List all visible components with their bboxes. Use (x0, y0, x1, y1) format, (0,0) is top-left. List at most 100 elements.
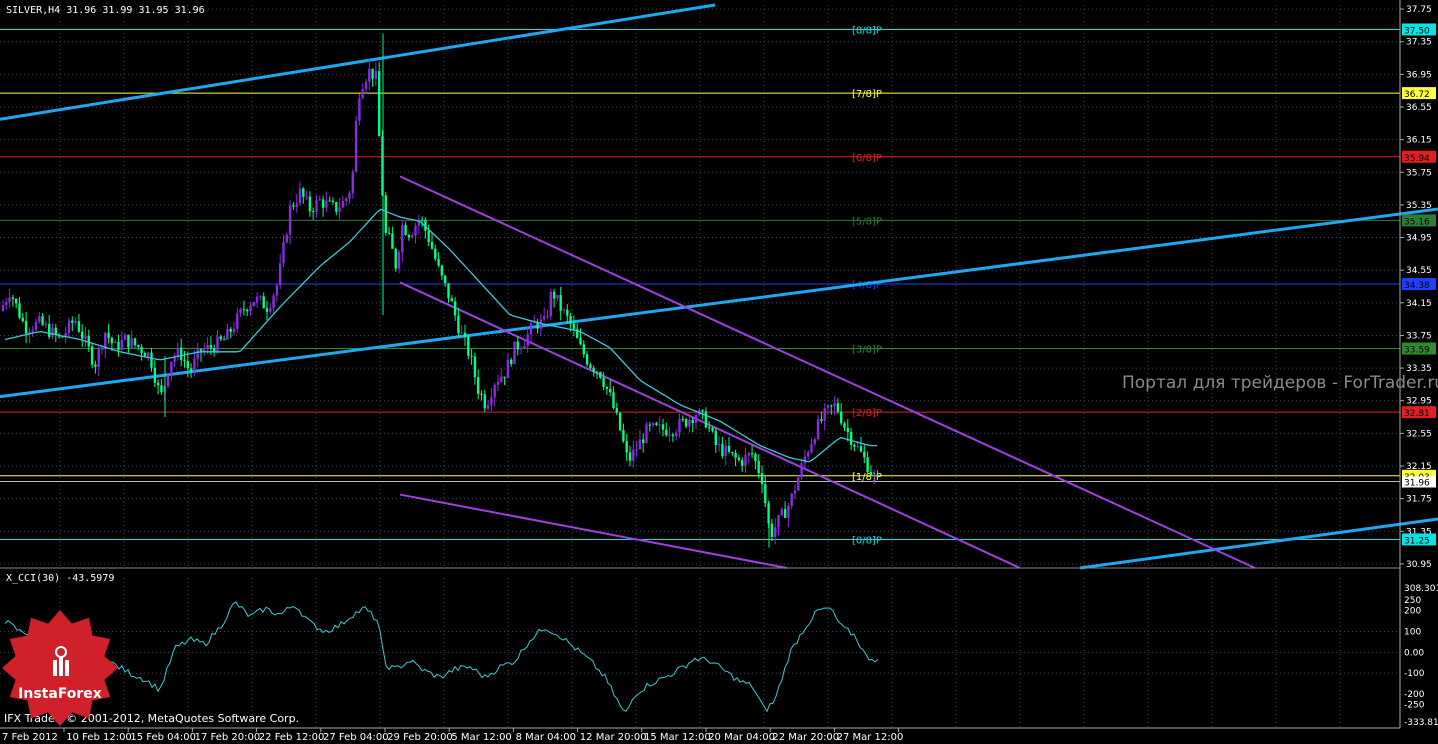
level-price-tag-label: 34.38 (1404, 281, 1430, 291)
candle-body (434, 248, 437, 259)
candle-body (460, 332, 463, 334)
price-tick-label: 36.95 (1406, 70, 1432, 80)
candle-body (734, 452, 737, 458)
candle-body (823, 407, 826, 421)
candle-body (721, 443, 724, 456)
price-tick-label: 33.75 (1406, 331, 1432, 341)
candle-body (345, 198, 348, 201)
trading-chart[interactable]: [8/8]P[7/8]P[6/8]P[5/8]P[4/8]P[3/8]P[2/8… (0, 0, 1438, 744)
candle-body (298, 188, 302, 204)
price-tick-label: 32.95 (1406, 397, 1432, 407)
candle-body (183, 359, 186, 361)
candle-body (836, 403, 840, 412)
candle-body (612, 392, 615, 409)
candle-body (361, 89, 364, 99)
time-tick-label: 17 Feb 20:00 (195, 732, 261, 743)
candle-body (549, 291, 552, 317)
cci-line (4, 601, 879, 713)
candle-body (275, 285, 279, 296)
candle-body (156, 382, 160, 386)
cci-tick-label: 0.00 (1404, 648, 1424, 658)
candle-body (87, 335, 90, 347)
candle-body (54, 327, 57, 335)
candle-body (137, 345, 140, 347)
candle-body (226, 328, 229, 340)
candle-body (193, 358, 196, 372)
candle-body (153, 367, 156, 383)
candle-body (519, 348, 523, 350)
candle-body (279, 263, 282, 286)
candle-body (605, 386, 609, 389)
candle-body (642, 439, 645, 444)
candle-body (401, 225, 404, 253)
candle-body (249, 306, 252, 312)
candle-body (483, 394, 486, 409)
candle-body (840, 411, 843, 424)
candle-body (543, 316, 546, 320)
candle-body (378, 71, 381, 137)
candle-body (427, 230, 430, 243)
candle-body (506, 359, 510, 378)
price-tick-label: 30.95 (1406, 560, 1432, 570)
candle-body (526, 334, 529, 347)
candle-body (265, 308, 269, 312)
candle-body (750, 453, 754, 455)
candle-body (430, 242, 434, 249)
candle-body (321, 199, 325, 208)
candle-body (708, 427, 711, 429)
candle-body (348, 193, 351, 199)
candle-body (209, 344, 213, 349)
candle-body (559, 294, 562, 311)
candle-body (100, 348, 104, 350)
candle-body (793, 490, 797, 494)
time-tick-label: 29 Feb 20:00 (387, 732, 453, 743)
candle-body (21, 317, 24, 322)
level-price-tag-label: 33.59 (1404, 346, 1430, 356)
candle-body (675, 432, 678, 437)
candle-body (239, 309, 242, 314)
candle-body (94, 364, 97, 367)
candle-body (724, 445, 727, 456)
time-axis: 7 Feb 2012 10 Feb 12:0015 Feb 04:0017 Feb… (2, 728, 903, 743)
candle-body (371, 68, 374, 79)
candle-body (684, 419, 688, 427)
candle-body (5, 301, 8, 305)
candle-body (463, 332, 467, 337)
candle-body (242, 309, 246, 311)
cci-axis: 308.301 250200 100 0.00 -100 -200-250 -333.810 (1404, 584, 1438, 728)
candle-body (790, 493, 793, 506)
candle-body (453, 301, 457, 316)
candle-body (341, 200, 345, 208)
blue-channel-line (1079, 517, 1438, 570)
candle-body (496, 381, 500, 385)
candle-body (757, 461, 760, 474)
candle-body (67, 320, 71, 334)
candle-body (661, 424, 665, 430)
candle-body (467, 336, 470, 356)
cci-tick-label: -250 (1404, 701, 1425, 711)
candle-body (770, 523, 774, 538)
price-candles (1, 33, 879, 548)
candle-body (147, 352, 150, 358)
candle-body (232, 328, 236, 332)
candle-body (285, 234, 288, 243)
candle-body (747, 453, 750, 456)
candle-body (556, 294, 559, 299)
candle-body (727, 445, 731, 452)
candle-body (813, 439, 816, 444)
candle-body (741, 460, 744, 466)
candle-body (516, 341, 519, 350)
current-price-tag-label: 31.96 (1404, 479, 1430, 489)
candle-body (638, 439, 642, 450)
candle-body (114, 341, 117, 344)
level-price-tag-label: 31.25 (1404, 536, 1430, 546)
candle-body (826, 405, 830, 408)
candle-body (104, 332, 107, 349)
candle-body (694, 415, 698, 423)
candle-body (150, 352, 153, 368)
candle-body (11, 297, 15, 299)
candle-body (671, 434, 675, 437)
candle-body (246, 309, 249, 312)
candle-body (252, 302, 255, 307)
candle-body (655, 423, 658, 425)
